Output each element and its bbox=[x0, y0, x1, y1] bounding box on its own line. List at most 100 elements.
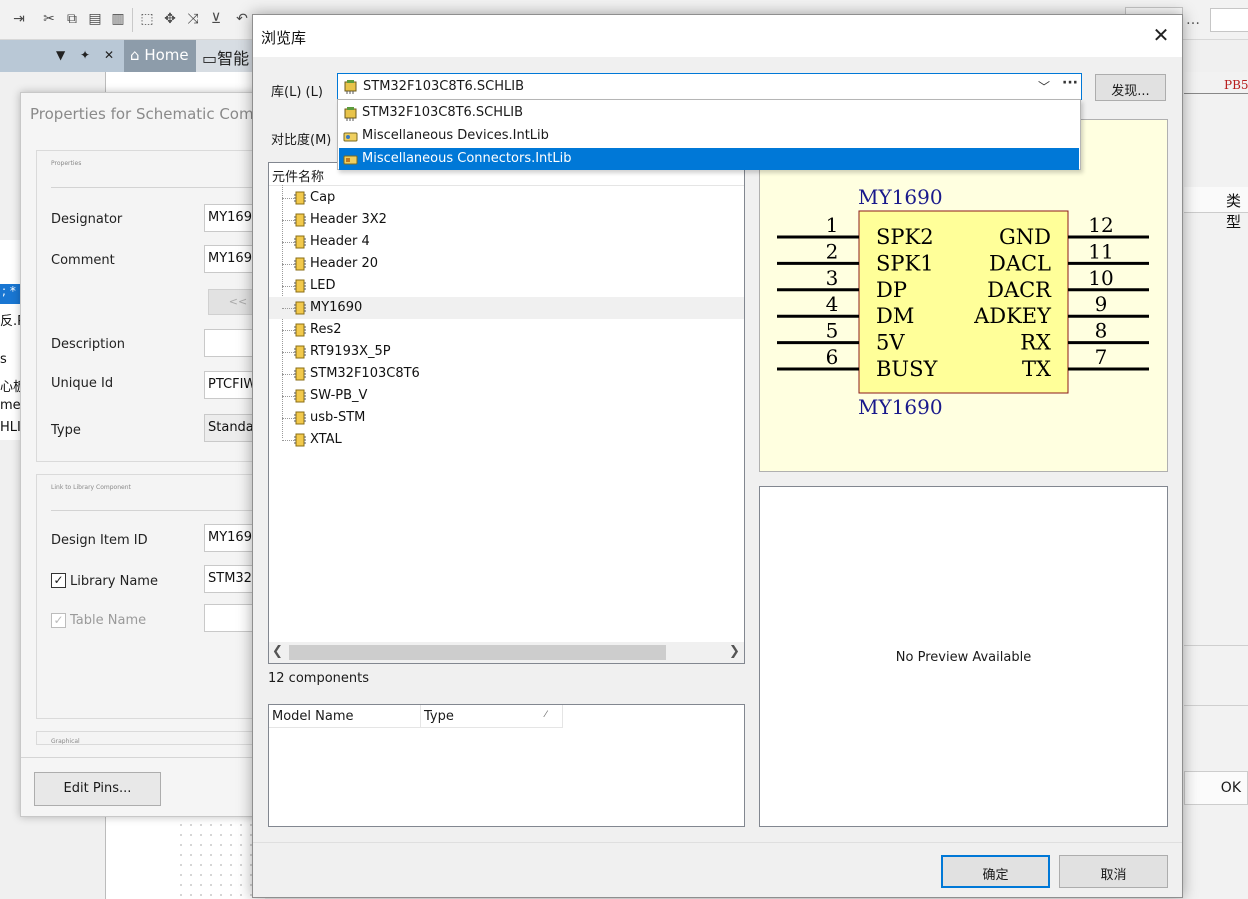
table-name-label: Table Name bbox=[70, 613, 147, 628]
column-header-component-name[interactable]: 元件名称 bbox=[272, 166, 324, 185]
dialog-titlebar: 浏览库 ✕ bbox=[253, 15, 1182, 57]
filter-clear-icon[interactable]: ⊻ bbox=[207, 10, 225, 28]
component-tree-item[interactable]: LED bbox=[269, 275, 744, 297]
component-designator: MY1690 bbox=[858, 185, 943, 209]
component-tree-item[interactable]: Res2 bbox=[269, 319, 744, 341]
edit-pins-button[interactable]: Edit Pins... bbox=[34, 772, 161, 806]
table-name-checkbox: ✓ bbox=[51, 613, 66, 628]
model-table[interactable]: Model Name Type ⁄ bbox=[268, 704, 745, 827]
library-select[interactable]: STM32F103C8T6.SCHLIB ﹀ ··· bbox=[337, 73, 1082, 100]
paste-special-icon[interactable]: ▥ bbox=[109, 10, 127, 28]
chevron-down-icon[interactable]: ﹀ bbox=[1038, 78, 1050, 95]
type-label: Type bbox=[51, 423, 81, 438]
column-header-type[interactable]: 类型 bbox=[1226, 190, 1248, 232]
pin-icon[interactable]: ✦ bbox=[80, 48, 90, 62]
pin-name: 5V bbox=[876, 331, 905, 355]
component-name: XTAL bbox=[310, 432, 342, 447]
more-icon[interactable]: … bbox=[1186, 12, 1200, 28]
ok-button[interactable]: 确定 bbox=[941, 855, 1050, 888]
no-preview-text: No Preview Available bbox=[895, 650, 1032, 665]
component-name: Header 4 bbox=[310, 234, 370, 249]
component-icon bbox=[294, 191, 306, 205]
scroll-right-icon[interactable]: ❯ bbox=[729, 644, 740, 659]
dropdown-item-misc-connectors[interactable]: Miscellaneous Connectors.IntLib bbox=[339, 148, 1079, 170]
dropdown-item-misc-devices[interactable]: Miscellaneous Devices.IntLib bbox=[339, 125, 1079, 147]
section-caption: Link to Library Component bbox=[51, 484, 131, 491]
project-item[interactable]: HLI bbox=[0, 420, 20, 435]
component-icon bbox=[294, 411, 306, 425]
component-list[interactable]: 元件名称 Cap Header 3X2 Header 4 Header 20 LED MY… bbox=[268, 162, 745, 664]
component-tree-item[interactable]: MY1690 bbox=[269, 297, 744, 319]
find-button[interactable]: 发现... bbox=[1095, 74, 1166, 101]
pin-name: SPK1 bbox=[876, 251, 934, 275]
horizontal-scrollbar[interactable]: ❮ ❯ bbox=[269, 642, 744, 663]
pin-name: GND bbox=[999, 225, 1051, 249]
project-item[interactable]: s bbox=[0, 352, 20, 367]
project-item[interactable]: 心板 bbox=[0, 376, 20, 395]
column-header-type[interactable]: Type bbox=[421, 705, 563, 728]
pin-name: ADKEY bbox=[973, 304, 1052, 328]
component-icon bbox=[294, 235, 306, 249]
section-caption: Properties bbox=[51, 160, 82, 167]
component-tree-item[interactable]: usb-STM bbox=[269, 407, 744, 429]
component-tree-item[interactable]: SW-PB_V bbox=[269, 385, 744, 407]
undo-icon[interactable]: ↶ bbox=[233, 10, 251, 28]
component-tree-item[interactable]: Cap bbox=[269, 187, 744, 209]
properties-dialog-title: Properties for Schematic Comp bbox=[30, 105, 264, 123]
properties-dialog: Properties for Schematic Comp Properties… bbox=[20, 92, 271, 817]
toolbar-icon[interactable]: ⇥ bbox=[10, 10, 28, 28]
scrollbar-thumb[interactable] bbox=[289, 645, 666, 660]
pin-name: DACR bbox=[987, 278, 1052, 302]
cross-select-icon[interactable]: ⤨ bbox=[184, 10, 202, 28]
more-icon[interactable]: ··· bbox=[1062, 75, 1078, 91]
project-item[interactable]: 反.Pc bbox=[0, 310, 20, 329]
description-label: Description bbox=[51, 337, 126, 352]
project-item-selected[interactable]: ; * bbox=[0, 284, 20, 304]
select-area-icon[interactable]: ⬚ bbox=[138, 10, 156, 28]
copy-icon[interactable]: ⧉ bbox=[63, 10, 81, 28]
component-name: STM32F103C8T6 bbox=[310, 366, 420, 381]
tab-document-label: 智能 bbox=[217, 49, 250, 68]
component-tree-item[interactable]: Header 4 bbox=[269, 231, 744, 253]
move-icon[interactable]: ✥ bbox=[161, 10, 179, 28]
chevron-down-icon[interactable]: ▼ bbox=[56, 48, 65, 62]
component-name: Res2 bbox=[310, 322, 342, 337]
component-icon bbox=[294, 345, 306, 359]
component-tree-item[interactable]: Header 3X2 bbox=[269, 209, 744, 231]
close-icon[interactable]: ✕ bbox=[1150, 25, 1172, 47]
component-icon bbox=[294, 279, 306, 293]
schlib-icon bbox=[344, 80, 357, 94]
component-name: MY1690 bbox=[310, 300, 363, 315]
pin-number: 4 bbox=[826, 292, 839, 316]
cancel-button[interactable]: 取消 bbox=[1059, 855, 1168, 888]
model-preview: No Preview Available bbox=[759, 486, 1168, 827]
pin-number: 9 bbox=[1095, 292, 1108, 316]
library-label: 库(L) (L) bbox=[271, 85, 323, 100]
column-header-model-name[interactable]: Model Name bbox=[269, 705, 421, 728]
component-tree-item[interactable]: XTAL bbox=[269, 429, 744, 451]
library-name-checkbox[interactable]: ✓ bbox=[51, 573, 66, 588]
toolbar-search-input[interactable] bbox=[1210, 8, 1248, 32]
divider bbox=[1184, 705, 1248, 706]
pin-name: RX bbox=[1020, 331, 1051, 355]
component-tree-item[interactable]: STM32F103C8T6 bbox=[269, 363, 744, 385]
close-icon[interactable]: ✕ bbox=[104, 48, 114, 62]
wire bbox=[1184, 93, 1248, 94]
project-item[interactable]: me bbox=[0, 398, 20, 413]
tab-home[interactable]: ⌂ Home bbox=[124, 40, 196, 72]
ok-button-background[interactable]: OK bbox=[1184, 771, 1248, 805]
component-name: LED bbox=[310, 278, 336, 293]
pin-name: TX bbox=[1022, 357, 1051, 381]
scroll-left-icon[interactable]: ❮ bbox=[272, 644, 283, 659]
dropdown-item-schlib[interactable]: STM32F103C8T6.SCHLIB bbox=[339, 102, 1079, 124]
cut-icon[interactable]: ✂ bbox=[40, 10, 58, 28]
component-icon bbox=[294, 389, 306, 403]
compare-label: 对比度(M) bbox=[271, 133, 332, 148]
component-count: 12 components bbox=[268, 671, 369, 686]
component-icon bbox=[294, 323, 306, 337]
folder-icon: ▭ bbox=[202, 49, 218, 68]
component-tree-item[interactable]: Header 20 bbox=[269, 253, 744, 275]
tab-document[interactable]: ▭智能 bbox=[196, 40, 256, 72]
component-tree-item[interactable]: RT9193X_5P bbox=[269, 341, 744, 363]
paste-icon[interactable]: ▤ bbox=[86, 10, 104, 28]
